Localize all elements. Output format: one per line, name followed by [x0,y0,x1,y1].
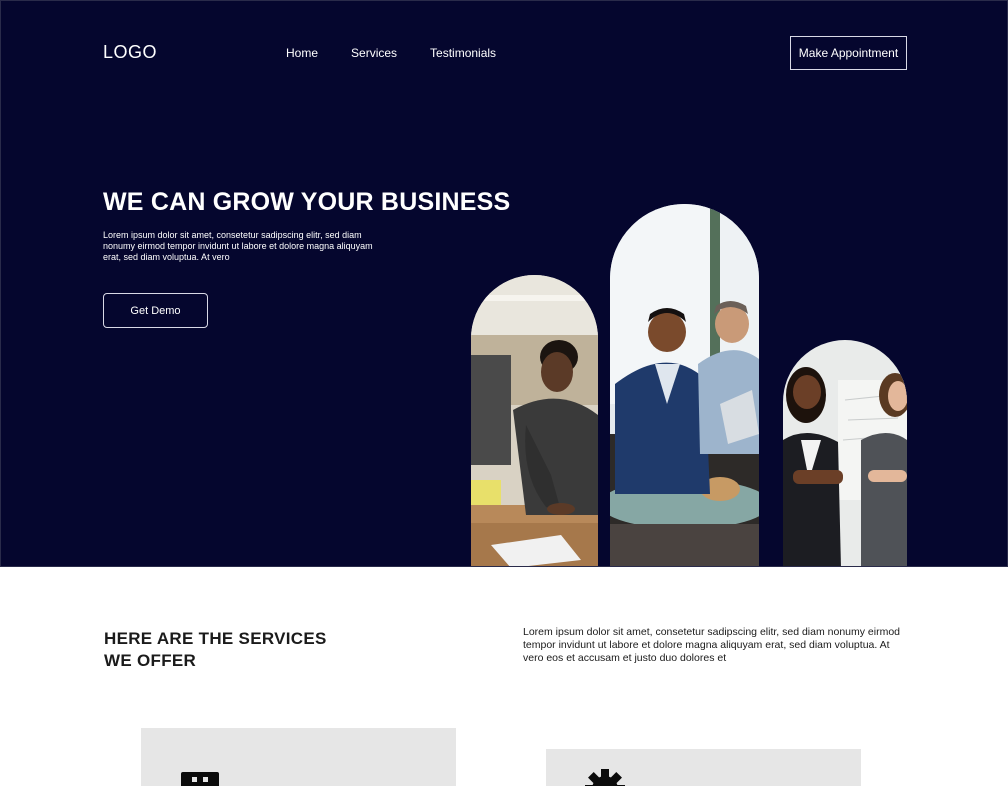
hero-description: Lorem ipsum dolor sit amet, consetetur s… [103,230,373,262]
nav-link-testimonials[interactable]: Testimonials [430,46,496,60]
services-heading-line-1: HERE ARE THE SERVICES [104,629,327,648]
gear-icon [585,769,625,786]
storefront-icon [181,772,219,786]
get-demo-button[interactable]: Get Demo [103,293,208,328]
photo-man-at-desk [471,275,598,566]
services-heading: HERE ARE THE SERVICES WE OFFER [104,628,327,672]
photo-business-meeting [610,204,759,566]
nav-link-services[interactable]: Services [351,46,397,60]
services-description: Lorem ipsum dolor sit amet, consetetur s… [523,626,901,664]
logo[interactable]: LOGO [103,42,157,63]
hero-title: WE CAN GROW YOUR BUSINESS [103,188,511,216]
service-card[interactable] [141,728,456,786]
main-nav: Home Services Testimonials [286,46,496,60]
hero-section: LOGO Home Services Testimonials Make App… [0,0,1008,567]
services-heading-line-2: WE OFFER [104,651,197,670]
nav-link-home[interactable]: Home [286,46,318,60]
service-card[interactable] [546,749,861,786]
make-appointment-button[interactable]: Make Appointment [790,36,907,70]
photo-two-businesswomen [783,340,907,566]
